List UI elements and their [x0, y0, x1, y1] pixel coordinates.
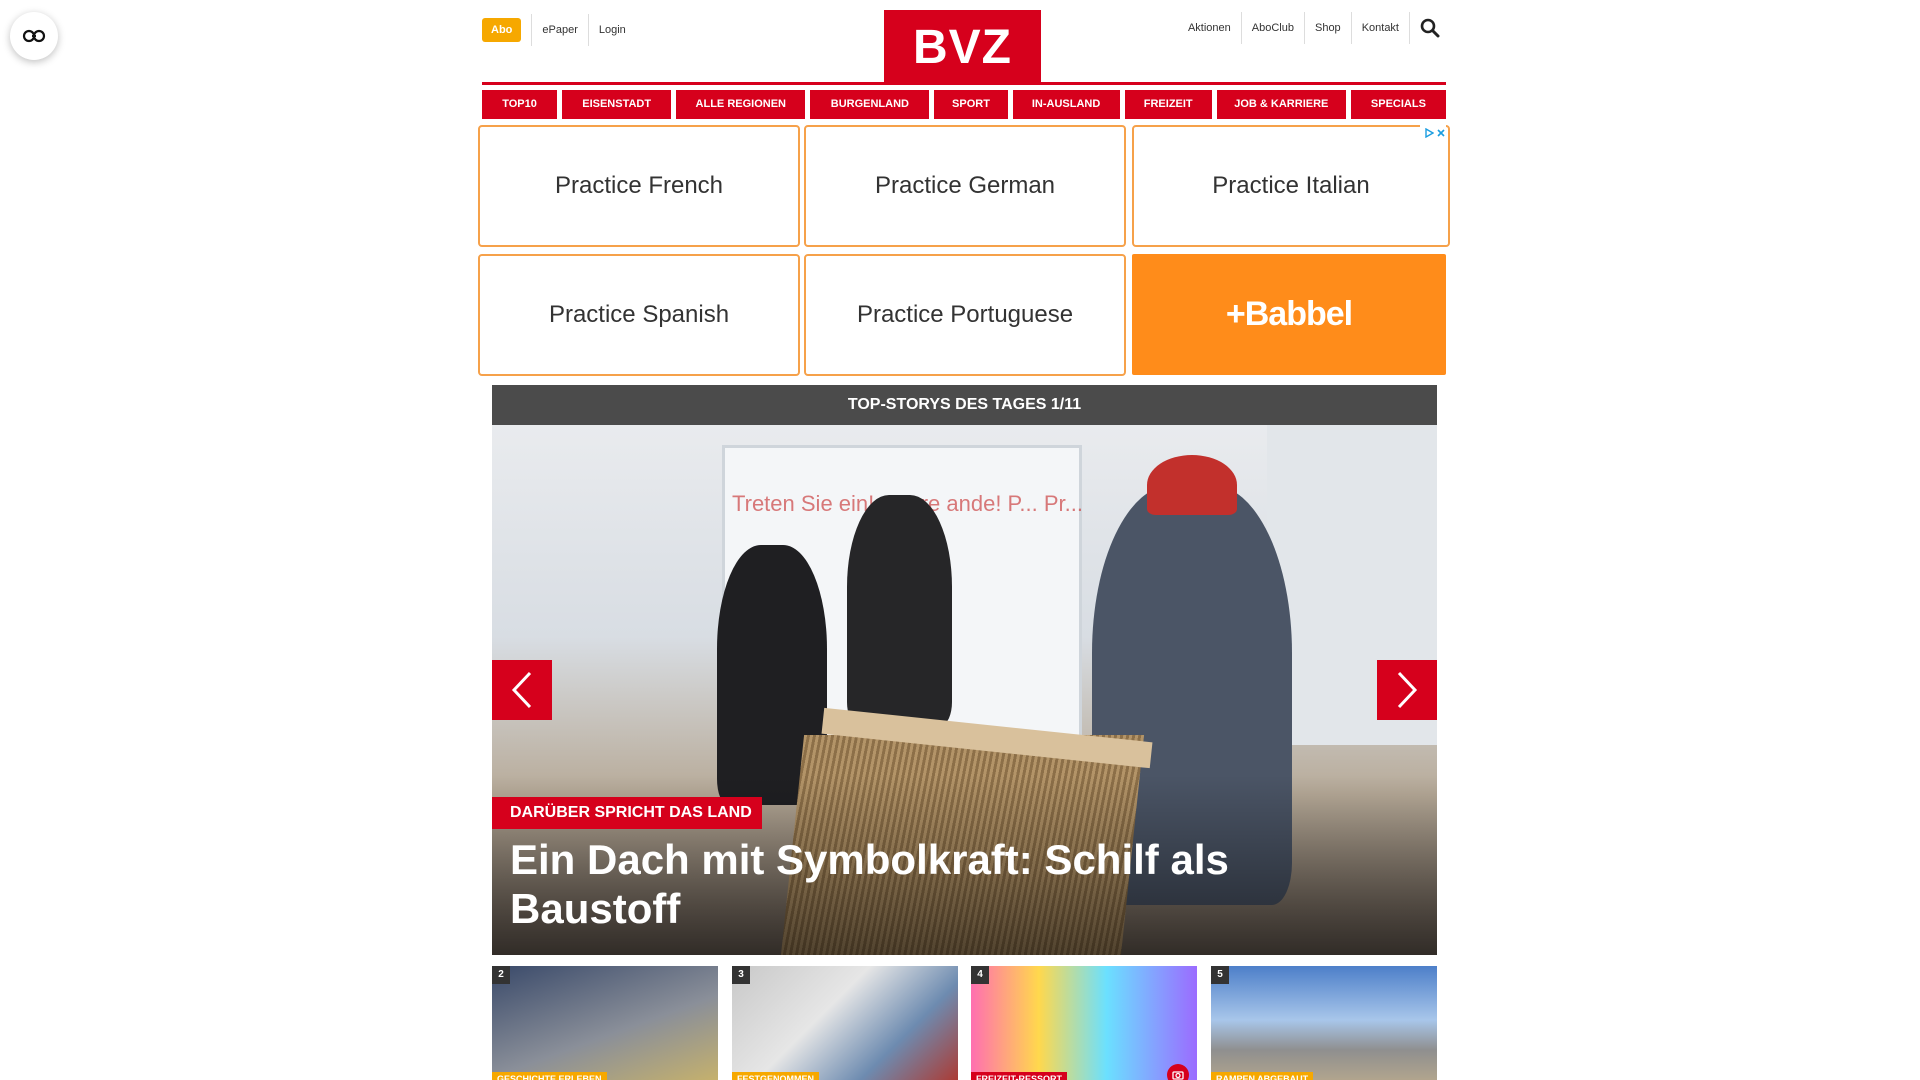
- nav-item-eisenstadt[interactable]: EISENSTADT: [562, 90, 672, 119]
- thumb-tag: GESCHICHTE ERLEBEN: [492, 1072, 607, 1080]
- thumb-story-4[interactable]: 4 FREIZEIT-RESSORT: [971, 966, 1197, 1080]
- thumb-number: 4: [971, 966, 989, 984]
- header-left-links: Abo ePaper Login: [482, 14, 636, 46]
- thumb-number: 5: [1211, 966, 1229, 984]
- babbel-logo[interactable]: +Babbel: [1132, 254, 1446, 375]
- hero-title[interactable]: Ein Dach mit Symbolkraft: Schilf als Bau…: [510, 835, 1410, 933]
- babbel-ad: Practice French Practice German Practice…: [478, 125, 1450, 376]
- nav-item-in-ausland[interactable]: IN-AUSLAND: [1012, 90, 1120, 119]
- story-thumbnails: 2 GESCHICHTE ERLEBEN 3 FESTGENOMMEN 4 FR…: [492, 966, 1437, 1080]
- header: Abo ePaper Login BVZ Aktionen AboClub Sh…: [482, 0, 1446, 85]
- aktionen-link[interactable]: Aktionen: [1178, 12, 1242, 44]
- ad-tile-french[interactable]: Practice French: [478, 125, 800, 247]
- carousel-prev-button[interactable]: [492, 660, 552, 720]
- ad-tile-portuguese[interactable]: Practice Portuguese: [804, 254, 1126, 376]
- accessibility-button[interactable]: [10, 12, 58, 60]
- ad-tile-spanish[interactable]: Practice Spanish: [478, 254, 800, 376]
- aboclub-link[interactable]: AboClub: [1242, 12, 1305, 44]
- hero-story[interactable]: Treten Sie ein! Gyere ande! P... Pr... D…: [492, 425, 1437, 955]
- glasses-icon: [22, 29, 46, 43]
- hero-image-person-middle: [847, 495, 952, 725]
- thumb-tag: RAMPEN ABGEBAUT: [1211, 1072, 1314, 1080]
- nav-item-sport[interactable]: SPORT: [934, 90, 1008, 119]
- hero-image-red-hat: [1147, 455, 1237, 515]
- bvz-logo[interactable]: BVZ: [884, 10, 1041, 84]
- nav-item-burgenland[interactable]: BURGENLAND: [810, 90, 930, 119]
- hero-kicker[interactable]: DARÜBER SPRICHT DAS LAND: [492, 797, 762, 829]
- adchoices-icon[interactable]: [1420, 125, 1446, 140]
- thumb-tag: FESTGENOMMEN: [732, 1072, 820, 1080]
- login-link[interactable]: Login: [587, 14, 636, 46]
- carousel-next-button[interactable]: [1377, 660, 1437, 720]
- nav-item-job-karriere[interactable]: JOB & KARRIERE: [1216, 90, 1346, 119]
- top-stories-header: TOP-STORYS DES TAGES 1/11: [492, 385, 1437, 425]
- chevron-right-icon: [1397, 671, 1418, 709]
- thumb-tag: FREIZEIT-RESSORT: [971, 1072, 1068, 1080]
- thumb-story-2[interactable]: 2 GESCHICHTE ERLEBEN: [492, 966, 718, 1080]
- page-wrapper: Abo ePaper Login BVZ Aktionen AboClub Sh…: [478, 0, 1450, 1080]
- shop-link[interactable]: Shop: [1305, 12, 1352, 44]
- kontakt-link[interactable]: Kontakt: [1352, 12, 1410, 44]
- epaper-link[interactable]: ePaper: [531, 14, 587, 46]
- thumb-story-5[interactable]: 5 RAMPEN ABGEBAUT: [1211, 966, 1437, 1080]
- main-nav: TOP10 EISENSTADT ALLE REGIONEN BURGENLAN…: [482, 90, 1446, 119]
- ad-tile-german[interactable]: Practice German: [804, 125, 1126, 247]
- chevron-left-icon: [511, 671, 532, 709]
- abo-button[interactable]: Abo: [482, 18, 522, 42]
- nav-item-alle-regionen[interactable]: ALLE REGIONEN: [676, 90, 806, 119]
- nav-item-specials[interactable]: SPECIALS: [1350, 90, 1446, 119]
- header-divider: [482, 82, 1446, 85]
- ad-tile-italian[interactable]: Practice Italian: [1132, 125, 1450, 247]
- thumb-number: 2: [492, 966, 510, 984]
- camera-icon: [1167, 1064, 1189, 1080]
- nav-item-freizeit[interactable]: FREIZEIT: [1124, 90, 1212, 119]
- thumb-number: 3: [732, 966, 750, 984]
- header-right-links: Aktionen AboClub Shop Kontakt: [1178, 12, 1446, 44]
- thumb-story-3[interactable]: 3 FESTGENOMMEN: [732, 966, 958, 1080]
- nav-item-top10[interactable]: TOP10: [482, 90, 558, 119]
- search-icon[interactable]: [1414, 12, 1446, 44]
